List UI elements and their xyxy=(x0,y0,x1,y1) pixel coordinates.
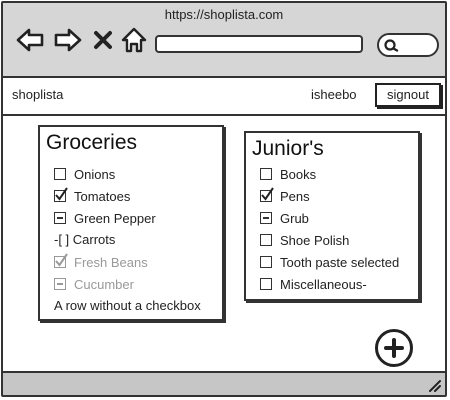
list-item[interactable]: Pens xyxy=(260,186,310,206)
list-title: Junior's xyxy=(252,137,324,160)
checkbox-checked[interactable] xyxy=(54,187,68,202)
item-label: Cucumber xyxy=(74,276,134,292)
search-input[interactable] xyxy=(377,33,439,57)
list-item[interactable]: Green Pepper xyxy=(54,208,156,228)
item-label: -[ ] Carrots xyxy=(54,231,116,247)
checkbox-unchecked[interactable] xyxy=(260,234,272,246)
browser-window: https://shoplista.com shoplista isheebo … xyxy=(1,1,447,397)
checkbox-indeterminate[interactable] xyxy=(260,212,272,224)
username: isheebo xyxy=(311,87,357,102)
list-card-groceries: Groceries Onions Tomatoes Green Pepper -… xyxy=(38,125,224,321)
item-label: Shoe Polish xyxy=(280,232,350,248)
item-label: Pens xyxy=(280,188,310,204)
brand-name[interactable]: shoplista xyxy=(12,87,63,102)
item-label: Tooth paste selected xyxy=(280,254,400,270)
checkbox-checked-disabled xyxy=(54,253,68,268)
checkbox-unchecked[interactable] xyxy=(260,278,272,290)
item-label: Books xyxy=(280,166,317,182)
home-icon[interactable] xyxy=(119,25,149,55)
list-item[interactable]: Books xyxy=(260,164,316,184)
resize-grip-icon[interactable] xyxy=(427,378,441,392)
status-bar xyxy=(3,371,445,395)
checkbox-unchecked[interactable] xyxy=(260,256,272,268)
url-text: https://shoplista.com xyxy=(164,7,284,22)
item-label: Tomatoes xyxy=(74,188,131,204)
list-item[interactable]: Shoe Polish xyxy=(260,230,349,250)
checkbox-unchecked[interactable] xyxy=(54,168,66,180)
checkbox-indeterminate[interactable] xyxy=(54,212,66,224)
list-card-juniors: Junior's Books Pens Grub Shoe Polish Too… xyxy=(244,131,420,301)
item-label: A row without a checkbox xyxy=(54,297,201,313)
item-label: Fresh Beans xyxy=(74,254,148,270)
close-icon[interactable] xyxy=(91,25,115,55)
item-label: Onions xyxy=(74,166,116,182)
arrow-left-icon[interactable] xyxy=(15,25,45,55)
signout-button[interactable]: signout xyxy=(375,83,441,107)
item-label: Miscellaneous- xyxy=(280,276,367,292)
list-item-disabled: Cucumber xyxy=(54,274,134,294)
list-item: A row without a checkbox xyxy=(54,295,201,315)
list-item[interactable]: Onions xyxy=(54,164,115,184)
checkbox-checked[interactable] xyxy=(260,187,274,202)
search-icon xyxy=(384,39,399,52)
checkbox-indeterminate-disabled xyxy=(54,278,66,290)
list-item[interactable]: Tomatoes xyxy=(54,186,130,206)
plus-icon xyxy=(384,338,404,358)
arrow-right-icon[interactable] xyxy=(53,25,83,55)
list-item[interactable]: Miscellaneous- xyxy=(260,274,367,294)
list-item[interactable]: Tooth paste selected xyxy=(260,252,399,272)
add-list-button[interactable] xyxy=(375,329,413,367)
browser-toolbar: https://shoplista.com xyxy=(3,3,445,78)
item-label: Green Pepper xyxy=(74,210,156,226)
address-bar[interactable] xyxy=(155,35,363,53)
app-header: shoplista isheebo signout xyxy=(3,78,445,116)
list-item-disabled: Fresh Beans xyxy=(54,252,148,272)
checkbox-unchecked[interactable] xyxy=(260,168,272,180)
item-label: Grub xyxy=(280,210,309,226)
list-item: -[ ] Carrots xyxy=(54,229,115,249)
list-title: Groceries xyxy=(46,131,138,154)
list-item[interactable]: Grub xyxy=(260,208,309,228)
